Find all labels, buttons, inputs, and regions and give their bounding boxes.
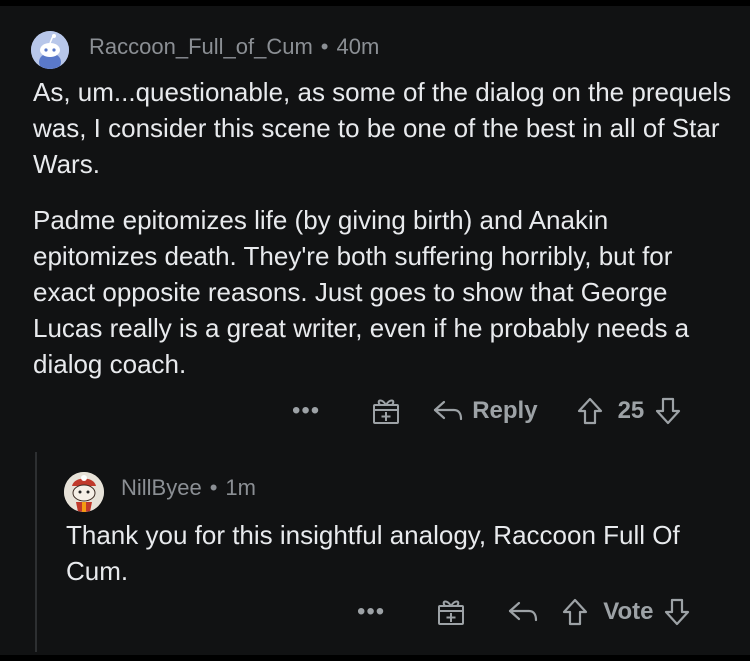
username[interactable]: Raccoon_Full_of_Cum xyxy=(89,34,313,60)
downvote-button[interactable] xyxy=(654,396,682,426)
timestamp: 1m xyxy=(225,475,256,500)
comment-paragraph: Thank you for this insightful analogy, R… xyxy=(66,520,680,586)
comment: Raccoon_Full_of_Cum • 40m As, um...quest… xyxy=(0,6,750,446)
comment-paragraph: As, um...questionable, as some of the di… xyxy=(33,77,732,179)
comment-body: As, um...questionable, as some of the di… xyxy=(33,74,733,402)
comment-actions: ••• Reply 25 xyxy=(292,396,682,426)
avatar[interactable] xyxy=(31,31,69,69)
reply-comment: NillByee • 1m Thank you for this insight… xyxy=(0,452,750,661)
more-icon[interactable]: ••• xyxy=(292,399,320,423)
upvote-button[interactable] xyxy=(576,396,604,426)
timestamp: 40m xyxy=(336,34,380,59)
downvote-icon xyxy=(665,598,690,626)
bottom-border xyxy=(0,655,750,661)
comment-actions: ••• Vote xyxy=(357,597,691,627)
avatar[interactable] xyxy=(64,472,104,512)
comment-body: Thank you for this insightful analogy, R… xyxy=(66,517,726,589)
comment-paragraph: Padme epitomizes life (by giving birth) … xyxy=(33,205,690,379)
comment-meta: NillByee • 1m xyxy=(121,475,256,501)
username[interactable]: NillByee xyxy=(121,475,202,501)
vote-score: 25 xyxy=(617,397,645,424)
separator: • xyxy=(320,34,329,59)
upvote-icon xyxy=(577,397,602,425)
upvote-icon xyxy=(563,598,588,626)
award-icon[interactable] xyxy=(370,396,402,426)
upvote-button[interactable] xyxy=(561,597,589,627)
downvote-button[interactable] xyxy=(663,597,691,627)
separator: • xyxy=(209,475,218,500)
reply-icon xyxy=(434,400,463,421)
award-icon[interactable] xyxy=(435,597,467,627)
comment-meta: Raccoon_Full_of_Cum • 40m xyxy=(89,34,379,60)
reply-label: Reply xyxy=(472,397,538,424)
more-icon[interactable]: ••• xyxy=(357,600,385,624)
reply-icon xyxy=(509,601,538,622)
reply-button[interactable]: Reply xyxy=(432,397,538,425)
reply-button[interactable] xyxy=(507,599,539,625)
vote-label: Vote xyxy=(603,598,654,625)
downvote-icon xyxy=(656,397,681,425)
